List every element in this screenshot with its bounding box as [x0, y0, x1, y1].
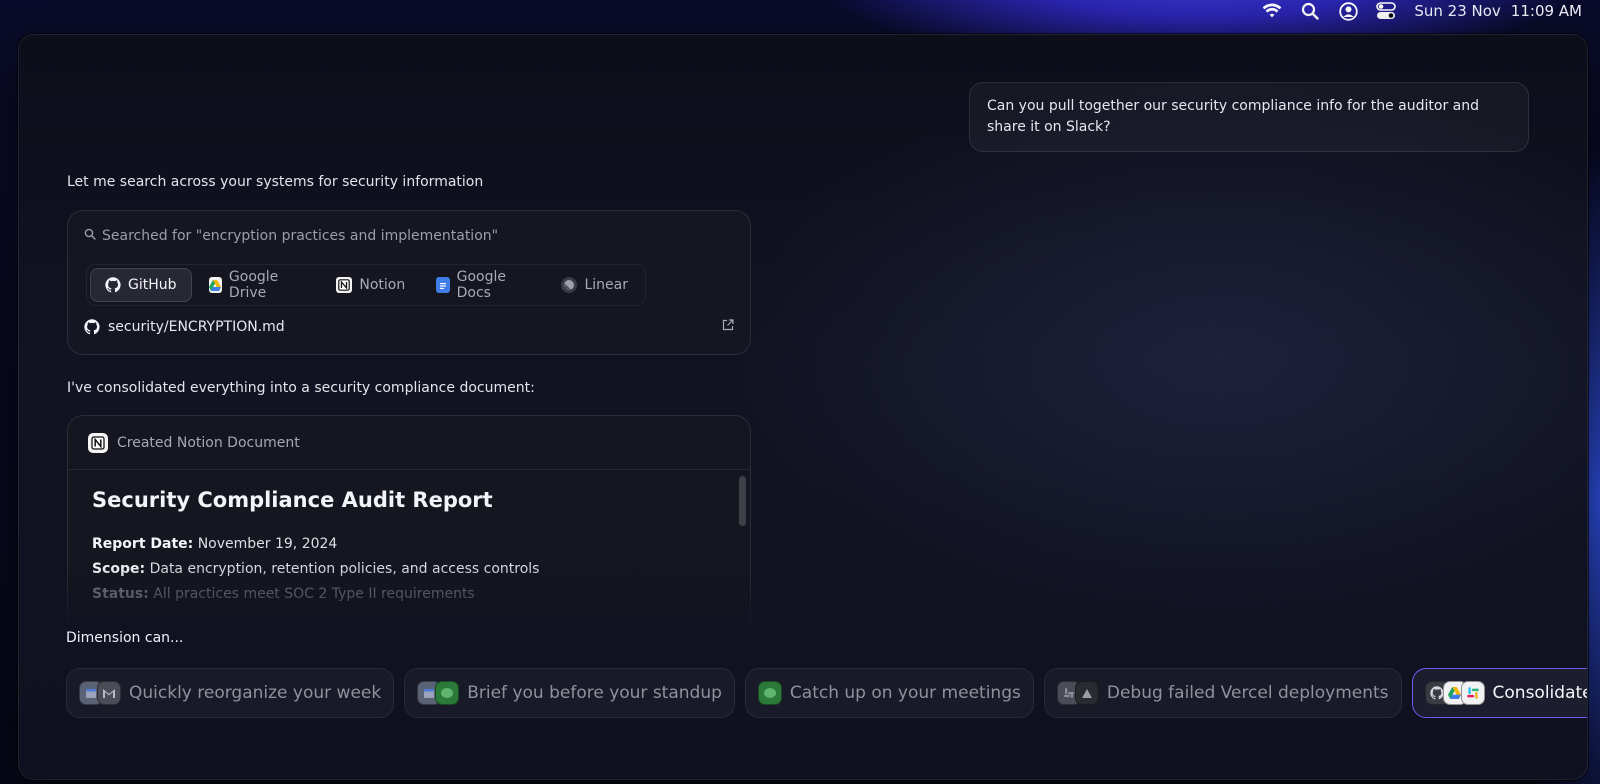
- search-results-card: Searched for "encryption practices and i…: [67, 210, 751, 355]
- document-line-value: November 19, 2024: [197, 536, 338, 552]
- app-window: Can you pull together our security compl…: [18, 34, 1588, 780]
- suggestion-label: Debug failed Vercel deployments: [1106, 683, 1389, 703]
- result-file-name: security/ENCRYPTION.md: [108, 319, 285, 335]
- tab-linear-label: Linear: [584, 277, 628, 293]
- control-center-icon[interactable]: [1376, 1, 1397, 21]
- chip-icons: [79, 681, 121, 705]
- suggestion-chip-reorganize-week[interactable]: Quickly reorganize your week: [66, 668, 395, 718]
- document-line-status: Status: All practices meet SOC 2 Type II…: [92, 582, 726, 607]
- suggestion-chips: Quickly reorganize your week Brief you b…: [66, 668, 1588, 718]
- suggestion-label: Consolidate scattered: [1492, 683, 1588, 703]
- tab-google-drive-label: Google Drive: [228, 269, 279, 301]
- user-message-bubble: Can you pull together our security compl…: [969, 82, 1529, 152]
- suggestion-chip-standup-brief[interactable]: Brief you before your standup: [404, 668, 735, 718]
- notion-icon: [336, 277, 353, 293]
- chip-icons: [1424, 681, 1485, 705]
- notion-icon: [88, 432, 108, 453]
- document-line-label: Status:: [92, 586, 149, 602]
- document-line-value: All practices meet SOC 2 Type II require…: [153, 586, 475, 602]
- suggestions-heading: Dimension can...: [66, 630, 184, 646]
- github-icon: [105, 277, 121, 293]
- menu-bar: Sun 23 Nov 11:09 AM: [1262, 0, 1600, 22]
- vercel-icon: [1074, 681, 1099, 705]
- gmail-icon: [97, 681, 121, 705]
- suggestion-label: Brief you before your standup: [467, 683, 722, 703]
- search-icon: [84, 228, 96, 244]
- suggestion-chip-consolidate[interactable]: Consolidate scattered: [1411, 668, 1588, 718]
- menubar-date: Sun 23 Nov: [1414, 2, 1501, 20]
- document-card-header: Created Notion Document: [68, 416, 750, 470]
- suggestion-chip-debug-vercel[interactable]: Debug failed Vercel deployments: [1043, 668, 1402, 718]
- tab-google-docs-label: Google Docs: [456, 269, 506, 301]
- github-icon: [84, 319, 100, 335]
- document-card-header-label: Created Notion Document: [117, 434, 300, 451]
- document-line-scope: Scope: Data encryption, retention polici…: [92, 557, 726, 582]
- suggestion-label: Quickly reorganize your week: [129, 683, 382, 703]
- tab-google-docs[interactable]: Google Docs: [422, 268, 544, 302]
- google-meet-icon: [435, 681, 460, 705]
- google-drive-icon: [208, 277, 222, 293]
- tab-github-label: GitHub: [128, 277, 177, 293]
- document-line-label: Report Date:: [92, 536, 194, 552]
- tab-github[interactable]: GitHub: [90, 268, 192, 302]
- google-meet-icon: [757, 681, 782, 705]
- suggestion-label: Catch up on your meetings: [789, 683, 1021, 703]
- menubar-time: 11:09 AM: [1510, 2, 1582, 20]
- chip-icons: [417, 681, 460, 705]
- chip-icons: [1056, 681, 1099, 705]
- spotlight-search-icon[interactable]: [1300, 1, 1320, 21]
- notion-document-card[interactable]: Created Notion Document Security Complia…: [67, 415, 751, 625]
- document-title: Security Compliance Audit Report: [92, 488, 493, 512]
- tab-google-drive[interactable]: Google Drive: [195, 268, 320, 302]
- document-body: Security Compliance Audit Report Report …: [68, 470, 750, 625]
- document-line-report-date: Report Date: November 19, 2024: [92, 532, 726, 557]
- linear-icon: [561, 277, 578, 293]
- menubar-clock[interactable]: Sun 23 Nov 11:09 AM: [1414, 2, 1582, 20]
- document-line-value: Data encryption, retention policies, and…: [149, 561, 540, 577]
- document-scrollbar[interactable]: [739, 476, 746, 526]
- tab-notion-label: Notion: [359, 277, 406, 293]
- chip-icons: [757, 681, 782, 705]
- assistant-intro-text: Let me search across your systems for se…: [67, 174, 484, 190]
- user-account-icon[interactable]: [1338, 1, 1358, 21]
- suggestion-chip-catch-up-meetings[interactable]: Catch up on your meetings: [744, 668, 1034, 718]
- tab-linear[interactable]: Linear: [547, 268, 642, 302]
- google-docs-icon: [436, 277, 450, 293]
- search-query-text: Searched for "encryption practices and i…: [102, 228, 499, 244]
- wifi-icon[interactable]: [1262, 1, 1282, 21]
- source-tabs: GitHub Google Drive Notion Google Docs L…: [86, 264, 646, 306]
- document-line-label: Scope:: [92, 561, 146, 577]
- external-link-icon[interactable]: [722, 319, 734, 335]
- user-message-text: Can you pull together our security compl…: [987, 98, 1480, 135]
- slack-icon: [1460, 681, 1485, 705]
- search-result-row[interactable]: security/ENCRYPTION.md: [84, 319, 734, 335]
- search-query-line: Searched for "encryption practices and i…: [84, 228, 498, 244]
- assistant-followup-text: I've consolidated everything into a secu…: [67, 380, 535, 396]
- tab-notion[interactable]: Notion: [322, 268, 419, 302]
